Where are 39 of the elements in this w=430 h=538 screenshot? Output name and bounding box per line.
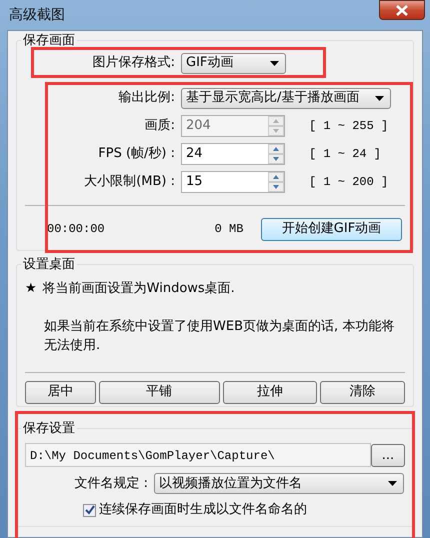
desktop-button[interactable]: 清除	[320, 380, 405, 404]
spinner-arrows-icon[interactable]	[268, 172, 284, 192]
browse-button[interactable]: ...	[371, 444, 405, 467]
field-label: 画质:	[144, 116, 175, 135]
start-gif-button[interactable]: 开始创建GIF动画	[261, 218, 402, 241]
dropdown-arrow-icon	[375, 96, 384, 101]
dropdown-arrow-icon	[388, 481, 397, 486]
close-button[interactable]	[379, 0, 425, 20]
desktop-button[interactable]: 拉伸	[222, 380, 318, 404]
group-title: 保存画面	[22, 33, 76, 49]
field-label: 大小限制(MB) :	[83, 172, 175, 191]
checkbox[interactable]	[83, 504, 96, 517]
description-text: 将当前画面设置为Windows桌面.	[42, 280, 235, 298]
field-label: 文件名规定 :	[73, 475, 148, 494]
close-icon	[396, 4, 408, 16]
range-label: [ 1 ~ 255 ]	[309, 118, 388, 135]
format-dropdown[interactable]: GIF动画	[181, 52, 286, 74]
spinner-arrows-icon[interactable]	[268, 144, 284, 164]
spin-field[interactable]: 15	[181, 170, 285, 193]
desktop-button[interactable]: 居中	[25, 380, 96, 404]
path-field[interactable]: D:\My Documents\GomPlayer\Capture\	[25, 443, 371, 468]
filename-dropdown[interactable]: 以视频播放位置为文件名	[154, 473, 404, 494]
field-label: FPS (帧/秒) :	[97, 144, 175, 163]
dropdown-arrow-icon	[270, 60, 279, 66]
group-title: 设置桌面	[22, 256, 76, 272]
field-label: 输出比例:	[118, 89, 175, 108]
group-title: 保存设置	[22, 420, 76, 436]
range-label: [ 1 ~ 24 ]	[309, 146, 382, 163]
elapsed-time: 00:00:00	[47, 221, 105, 238]
description-text: 如果当前在系统中设置了使用WEB页做为桌面的话, 本功能将无法使用.	[44, 318, 396, 356]
desktop-button[interactable]: 平铺	[98, 380, 220, 404]
file-size: 0 MB	[214, 221, 244, 238]
field-label: 图片保存格式:	[92, 54, 175, 72]
spin-field[interactable]: 24	[181, 142, 285, 165]
star-icon: ★	[25, 279, 37, 299]
ratio-dropdown[interactable]: 基于显示宽高比/基于播放画面	[181, 88, 391, 109]
checkbox-label: 连续保存画面时生成以文件名命名的	[99, 501, 307, 520]
window-title: 高级截图	[9, 6, 65, 24]
range-label: [ 1 ~ 200 ]	[309, 174, 388, 191]
